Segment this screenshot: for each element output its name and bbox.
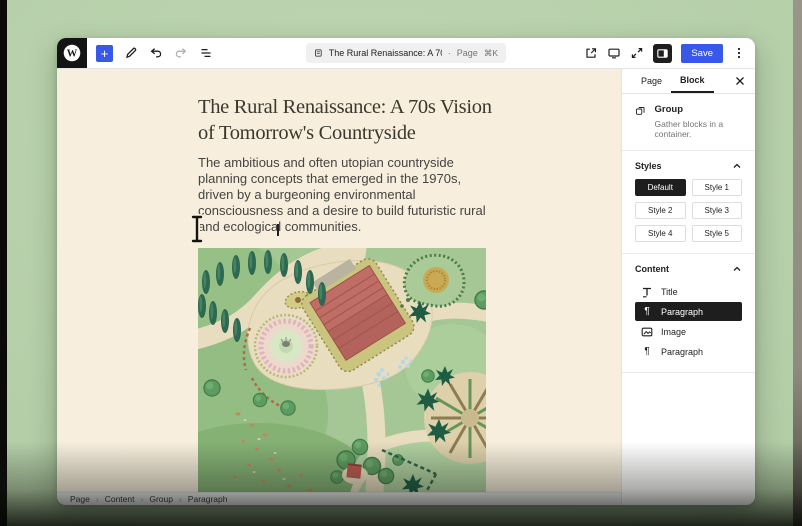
toolbar-left-group: +: [96, 44, 213, 62]
post-title-line-2: of Tomorrow's Countryside: [198, 121, 416, 144]
redo-button[interactable]: [174, 46, 188, 60]
tab-block[interactable]: Block: [671, 69, 714, 93]
image-block-icon: [641, 327, 653, 336]
document-icon: [315, 49, 322, 57]
content-heading: Content: [635, 264, 669, 274]
edit-mode-button[interactable]: [124, 46, 138, 60]
close-sidebar-button[interactable]: [735, 76, 745, 86]
more-options-button[interactable]: [732, 46, 746, 60]
fullscreen-button[interactable]: [630, 46, 644, 60]
post-title-block[interactable]: The Rural Renaissance: A 70s Vision of T…: [198, 95, 492, 146]
editor-body: The Rural Renaissance: A 70s Vision of T…: [57, 69, 755, 505]
list-view-button[interactable]: [199, 46, 213, 60]
wordpress-logo[interactable]: W: [57, 38, 87, 68]
title-block-icon: [643, 287, 651, 297]
screen-edge-right: [793, 0, 802, 526]
sidebar-tabs: Page Block: [622, 69, 755, 94]
style-option-default[interactable]: Default: [635, 179, 686, 196]
breadcrumb-separator: ›: [95, 494, 99, 504]
list-view-icon: [201, 48, 211, 58]
styles-grid: Default Style 1 Style 2 Style 3 Style 4 …: [635, 179, 742, 242]
settings-sidebar: Page Block Group Gather blocks in a cont…: [621, 69, 755, 505]
breadcrumb-separator: ›: [178, 494, 182, 504]
fullscreen-icon: [632, 48, 643, 58]
block-card: Group Gather blocks in a container.: [622, 94, 755, 151]
block-card-title: Group: [654, 104, 684, 115]
sidebar-toggle-icon: [657, 48, 669, 58]
command-palette-shortcut: ⌘K: [483, 47, 498, 58]
styles-section: Styles Default Style 1 Style 2 Style 3 S…: [622, 151, 755, 254]
paragraph-block-icon: ¶: [644, 345, 650, 357]
styles-section-header[interactable]: Styles: [635, 158, 742, 179]
paragraph-block-icon: ¶: [644, 305, 650, 317]
inserter-plus-icon: +: [100, 45, 109, 61]
breadcrumb-item-page[interactable]: Page: [70, 494, 90, 504]
document-title-text: The Rural Renaissance: A 70s Vision...: [328, 48, 442, 58]
block-card-description: Gather blocks in a container.: [654, 119, 724, 139]
content-item-label: Paragraph: [661, 306, 704, 317]
style-option-3[interactable]: Style 3: [691, 202, 742, 219]
breadcrumb-item-group[interactable]: Group: [149, 494, 173, 504]
view-site-icon: [586, 48, 597, 58]
group-block-icon: [636, 107, 645, 115]
content-section-header[interactable]: Content: [635, 261, 742, 282]
style-option-2[interactable]: Style 2: [635, 202, 686, 219]
wordpress-editor-window: W + The Rural Renaissance: A 7 · Page ⌘K…: [57, 38, 755, 505]
breadcrumb-item-content[interactable]: Content: [105, 494, 135, 504]
more-menu-icon: [737, 47, 741, 59]
wordpress-logo-icon: W: [63, 44, 81, 62]
editor-toolbar: W + The Rural Renaissance: A 7 · Page ⌘K…: [57, 38, 755, 69]
preview-desktop-button[interactable]: [607, 46, 621, 60]
style-option-1[interactable]: Style 1: [691, 179, 742, 196]
editor-canvas: The Rural Renaissance: A 70s Vision of T…: [57, 69, 621, 505]
content-section: Content Title ¶ Paragraph Image ¶ Paragr…: [622, 254, 755, 373]
tab-page[interactable]: Page: [632, 69, 671, 93]
content-item-paragraph-2[interactable]: ¶ Paragraph: [635, 342, 742, 361]
post-paragraph-block[interactable]: The ambitious and often utopian countrys…: [198, 155, 488, 235]
view-site-button[interactable]: [584, 46, 598, 60]
redo-icon: [175, 48, 187, 58]
content-item-label: Paragraph: [661, 346, 704, 357]
content-item-paragraph[interactable]: ¶ Paragraph: [635, 302, 742, 321]
svg-text:W: W: [67, 49, 78, 60]
chevron-up-icon: [733, 163, 741, 168]
content-item-title[interactable]: Title: [635, 282, 742, 301]
settings-sidebar-toggle[interactable]: [653, 43, 673, 63]
content-item-image[interactable]: Image: [635, 322, 742, 341]
undo-icon: [150, 48, 162, 58]
block-breadcrumb-bar: Page › Content › Group › Paragraph: [57, 492, 621, 505]
styles-heading: Styles: [635, 161, 662, 171]
content-item-label: Image: [661, 326, 687, 337]
chevron-up-icon: [733, 266, 741, 271]
post-image-block[interactable]: [198, 248, 486, 495]
text-caret: [277, 224, 279, 236]
style-option-4[interactable]: Style 4: [635, 225, 686, 242]
edit-pencil-icon: [126, 47, 137, 59]
preview-desktop-icon: [608, 48, 620, 59]
breadcrumb-item-paragraph[interactable]: Paragraph: [188, 494, 228, 504]
content-item-label: Title: [661, 286, 678, 297]
estate-plan-illustration: [198, 248, 486, 495]
style-option-5[interactable]: Style 5: [691, 225, 742, 242]
document-title-bar[interactable]: The Rural Renaissance: A 70s Vision... ·…: [306, 43, 506, 63]
document-type-label: Page: [456, 48, 478, 58]
screen-edge-left: [0, 0, 7, 526]
breadcrumb-separator: ›: [140, 494, 144, 504]
block-card-text: Group Gather blocks in a container.: [655, 104, 742, 139]
close-icon: [736, 77, 744, 85]
block-inserter-button[interactable]: +: [96, 44, 113, 62]
post-title-line-1: The Rural Renaissance: A 70s Vision: [198, 96, 492, 118]
document-title-separator: ·: [447, 48, 451, 58]
content-block-list: Title ¶ Paragraph Image ¶ Paragraph: [635, 282, 742, 361]
post-content: The Rural Renaissance: A 70s Vision of T…: [198, 95, 492, 495]
undo-button[interactable]: [149, 46, 163, 60]
toolbar-right-group: Save: [584, 43, 755, 63]
save-button[interactable]: Save: [681, 43, 723, 63]
